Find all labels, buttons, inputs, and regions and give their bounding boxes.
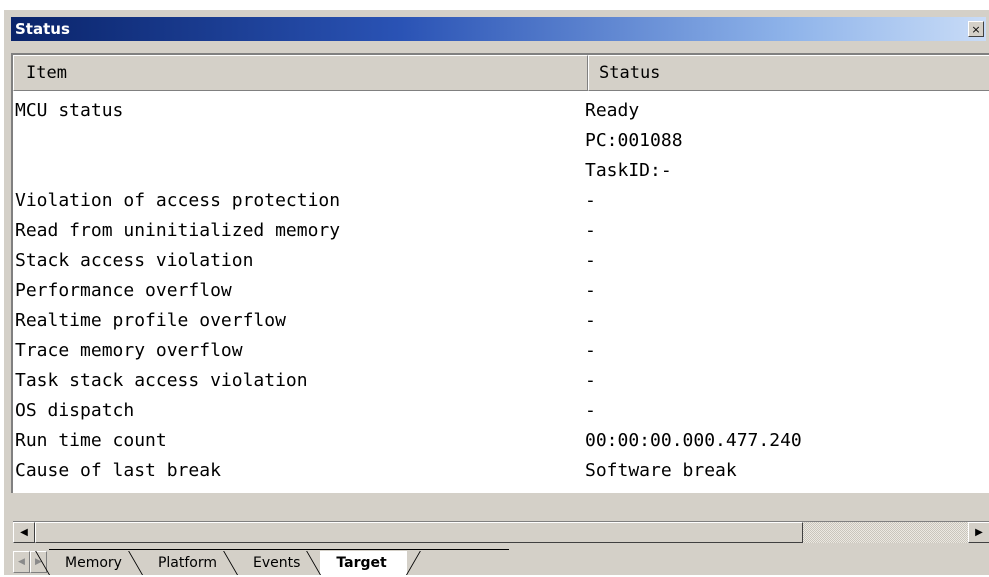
table-row[interactable]: Realtime profile overflow - xyxy=(15,305,985,335)
table-row[interactable]: Stack access violation - xyxy=(15,245,985,275)
row-status: PC:001088 xyxy=(585,129,683,151)
row-status: - xyxy=(585,249,596,271)
column-header-status[interactable]: Status xyxy=(588,55,989,91)
row-status: - xyxy=(585,399,596,421)
table-row[interactable]: TaskID:- xyxy=(15,155,985,185)
table-row[interactable]: Task stack access violation - xyxy=(15,365,985,395)
row-status: Ready xyxy=(585,99,640,121)
close-button[interactable]: × xyxy=(968,21,984,37)
row-status: 00:00:00.000.477.240 xyxy=(585,429,802,451)
row-item: OS dispatch xyxy=(15,399,135,421)
row-status: - xyxy=(585,189,596,211)
arrow-left-icon: ◀ xyxy=(20,527,28,538)
row-item: Performance overflow xyxy=(15,279,232,301)
row-status: Software break xyxy=(585,459,737,481)
row-item: Run time count xyxy=(15,429,167,451)
close-icon: × xyxy=(971,22,981,36)
row-status: - xyxy=(585,369,596,391)
sheet-tab-bar: ◀ ▶ Memory Platform Events Target xyxy=(13,549,989,575)
tab-label: Target xyxy=(336,555,387,571)
tab-label: Platform xyxy=(157,555,217,571)
title-bar[interactable]: Status × xyxy=(11,17,986,41)
table-row[interactable]: PC:001088 xyxy=(15,125,985,155)
arrow-right-icon: ▶ xyxy=(975,527,983,538)
row-item: Trace memory overflow xyxy=(15,339,243,361)
scroll-right-button[interactable]: ▶ xyxy=(968,522,989,543)
tab-memory[interactable]: Memory xyxy=(49,551,142,575)
table-row[interactable]: Run time count 00:00:00.000.477.240 xyxy=(15,425,985,455)
table-row[interactable]: OS dispatch - xyxy=(15,395,985,425)
tab-prev-button[interactable]: ◀ xyxy=(13,551,30,573)
row-status: - xyxy=(585,339,596,361)
row-status: - xyxy=(585,219,596,241)
column-header-item[interactable]: Item xyxy=(13,55,588,91)
tab-platform[interactable]: Platform xyxy=(142,551,237,575)
row-status: - xyxy=(585,279,596,301)
table-row[interactable]: Violation of access protection - xyxy=(15,185,985,215)
tab-label: Memory xyxy=(65,555,122,571)
scroll-left-button[interactable]: ◀ xyxy=(13,522,35,543)
row-item: Cause of last break xyxy=(15,459,221,481)
window-title: Status xyxy=(15,20,70,38)
table-row[interactable]: Read from uninitialized memory - xyxy=(15,215,985,245)
row-status: TaskID:- xyxy=(585,159,672,181)
row-item: Stack access violation xyxy=(15,249,254,271)
horizontal-scrollbar[interactable]: ◀ ▶ xyxy=(13,521,989,543)
table-header: Item Status xyxy=(13,55,989,91)
table-body: MCU status Ready PC:001088 TaskID:- Viol… xyxy=(15,95,985,485)
chevron-left-icon: ◀ xyxy=(18,557,25,567)
tab-target[interactable]: Target xyxy=(320,551,407,575)
tab-list: Memory Platform Events Target xyxy=(49,549,407,575)
row-item: Read from uninitialized memory xyxy=(15,219,341,241)
row-status: - xyxy=(585,309,596,331)
row-item: Violation of access protection xyxy=(15,189,341,211)
row-item: Task stack access violation xyxy=(15,369,308,391)
row-item: MCU status xyxy=(15,99,124,121)
status-window: Status × Item Status MCU status Ready PC… xyxy=(4,10,989,575)
tab-label: Events xyxy=(252,555,301,571)
table-row[interactable]: Trace memory overflow - xyxy=(15,335,985,365)
status-table: Item Status MCU status Ready PC:001088 T… xyxy=(11,53,989,493)
table-row[interactable]: Performance overflow - xyxy=(15,275,985,305)
table-row[interactable]: MCU status Ready xyxy=(15,95,985,125)
scroll-thumb[interactable] xyxy=(35,522,803,543)
row-item: Realtime profile overflow xyxy=(15,309,286,331)
table-row[interactable]: Cause of last break Software break xyxy=(15,455,985,485)
